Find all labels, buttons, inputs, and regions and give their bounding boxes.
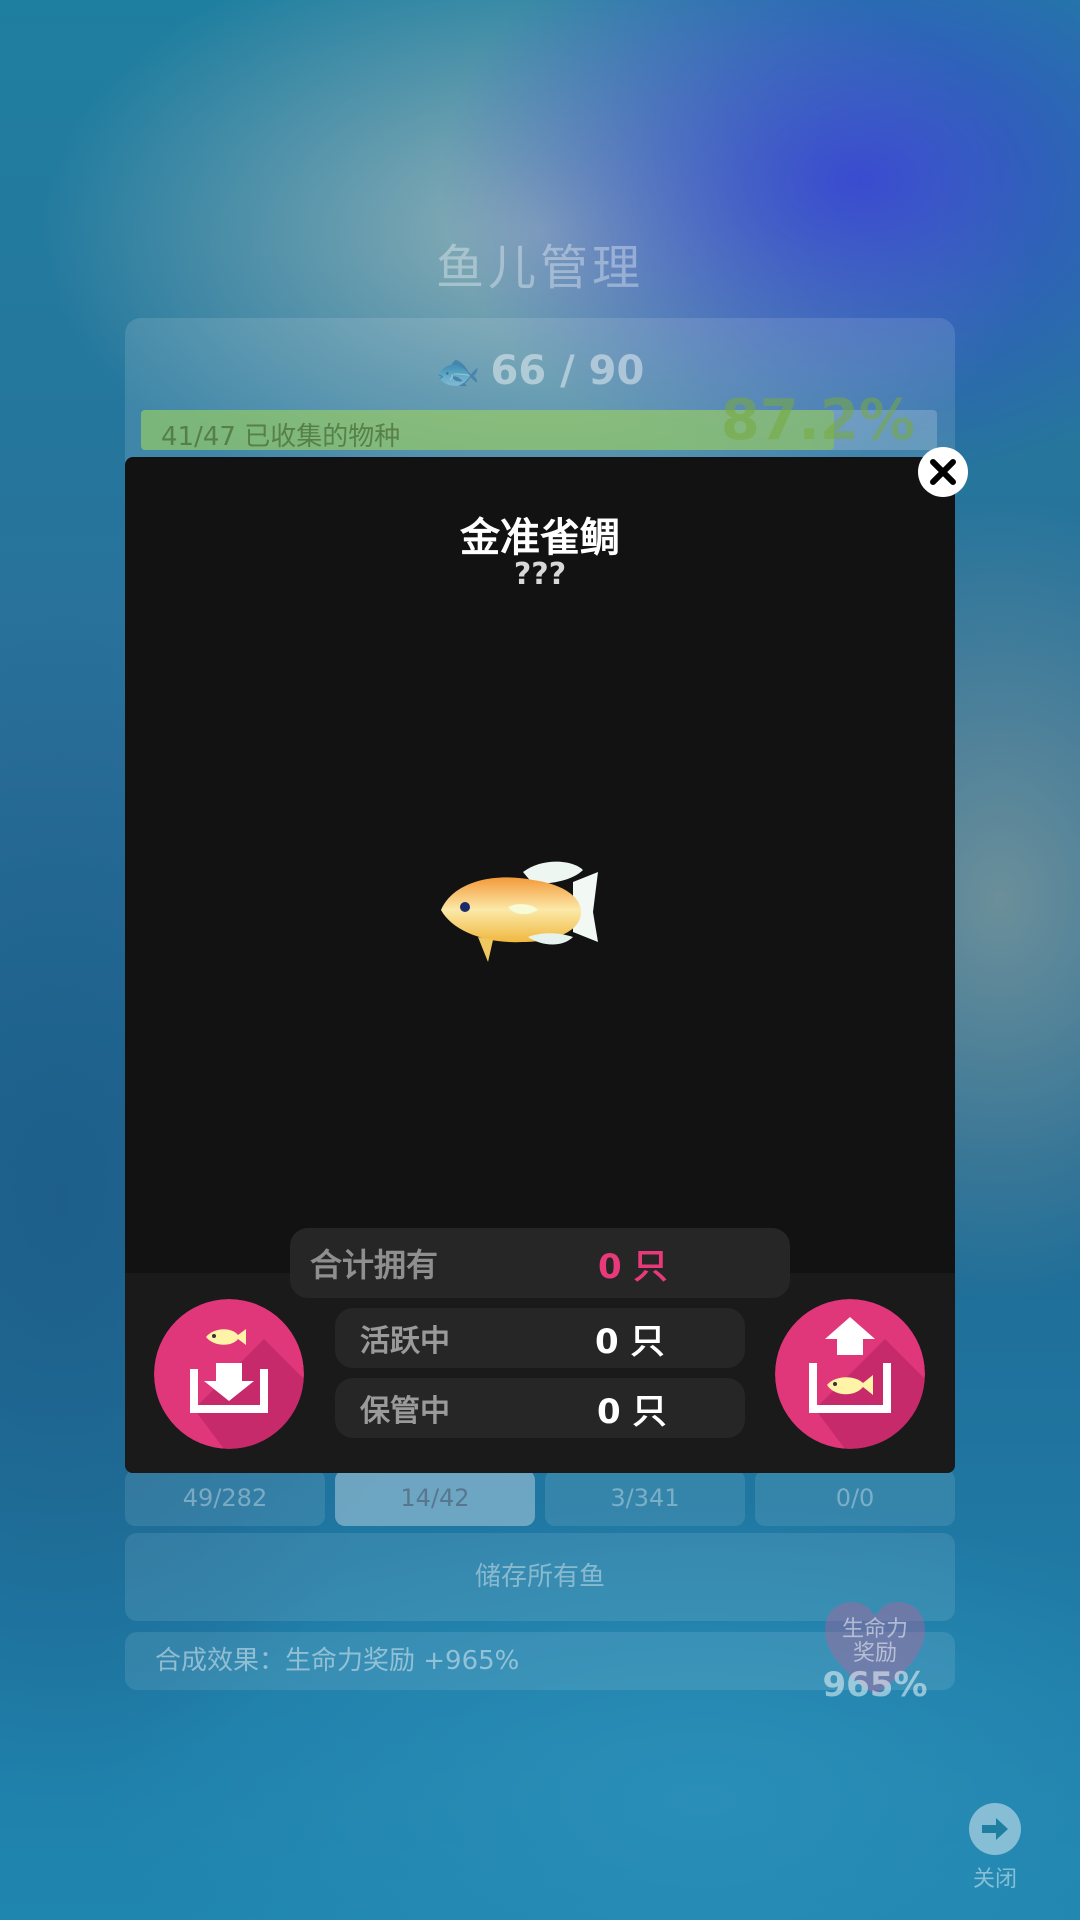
tab-2[interactable]: 14/42: [335, 1470, 535, 1526]
collection-panel: 🐟 66 / 90 41/47 已收集的物种 87.2%: [125, 318, 955, 478]
total-owned-row: 合计拥有 0 只: [290, 1228, 790, 1298]
vitality-bonus-label: 生命力 奖励: [841, 1617, 908, 1666]
total-owned-label: 合计拥有: [310, 1246, 439, 1284]
store-fish-button[interactable]: [154, 1299, 304, 1449]
category-tabs: 49/282 14/42 3/341 0/0: [125, 1470, 955, 1526]
close-modal-button[interactable]: [918, 447, 968, 497]
fish-scientific-name: ???: [513, 557, 567, 592]
storage-label: 保管中: [360, 1394, 450, 1429]
close-page-button[interactable]: 关闭: [965, 1803, 1025, 1893]
storage-value: 0 只: [597, 1391, 667, 1432]
storage-row: 保管中 0 只: [335, 1378, 745, 1438]
active-value: 0 只: [595, 1321, 665, 1362]
close-icon: [930, 459, 956, 485]
fish-name: 金准雀鲷: [460, 515, 620, 561]
store-fish-icon: [154, 1299, 304, 1449]
arrow-right-icon: [969, 1803, 1021, 1855]
collection-percent: 87.2%: [720, 388, 915, 453]
fish-image: [441, 861, 598, 962]
total-owned-value: 0 只: [598, 1246, 668, 1287]
tab-4[interactable]: 0/0: [755, 1470, 955, 1526]
fish-count-value: 66 / 90: [490, 348, 645, 394]
close-page-label: 关闭: [972, 1867, 1017, 1892]
collection-progress-label: 41/47 已收集的物种: [161, 422, 401, 452]
active-row: 活跃中 0 只: [335, 1308, 745, 1368]
release-fish-icon: [775, 1299, 925, 1449]
tab-3[interactable]: 3/341: [545, 1470, 745, 1526]
release-fish-button[interactable]: [775, 1299, 925, 1449]
fish-icon: 🐟: [435, 352, 481, 393]
vitality-bonus-badge: 生命力 奖励 965%: [820, 1600, 930, 1704]
vitality-bonus-value: 965%: [822, 1665, 928, 1705]
page-title: 鱼儿管理: [435, 240, 644, 296]
active-label: 活跃中: [360, 1324, 450, 1359]
tab-1[interactable]: 49/282: [125, 1470, 325, 1526]
